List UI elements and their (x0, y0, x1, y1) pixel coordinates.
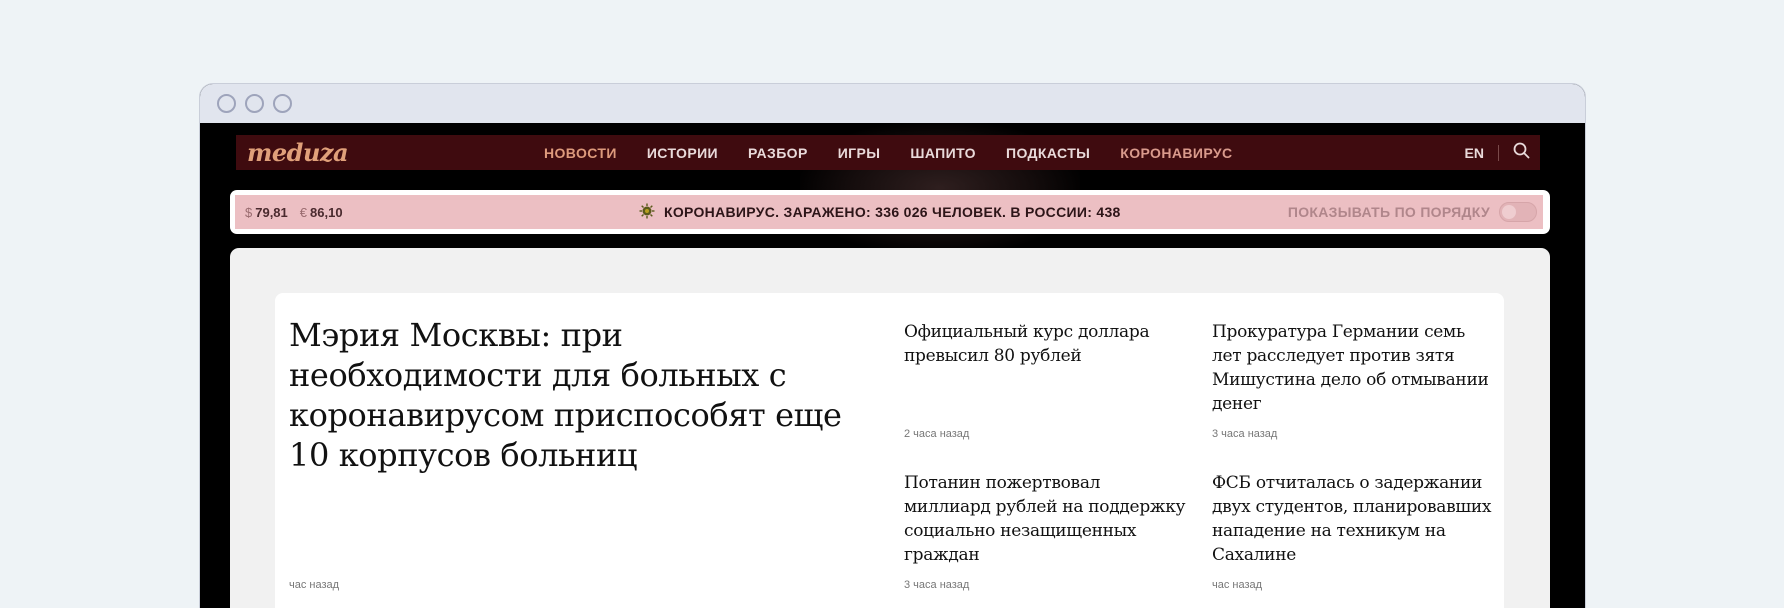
nav-item-stories[interactable]: ИСТОРИИ (647, 145, 718, 161)
eur-rate: €86,10 (300, 205, 343, 220)
currency-rates: $79,81 €86,10 (245, 205, 343, 220)
nav-item-news[interactable]: НОВОСТИ (544, 145, 617, 161)
window-titlebar (200, 84, 1585, 123)
window-minimize-button[interactable] (245, 94, 264, 113)
story-title[interactable]: ФСБ отчиталась о задержании двух студент… (1212, 471, 1497, 567)
story-time: 2 часа назад (904, 428, 970, 440)
usd-symbol: $ (245, 204, 253, 220)
eur-symbol: € (299, 204, 308, 220)
virus-icon (639, 203, 655, 222)
story-title[interactable]: Официальный курс доллара превысил 80 руб… (904, 320, 1189, 368)
nav-item-shapito[interactable]: ШАПИТО (910, 145, 976, 161)
news-card: Мэрия Москвы: при необходимости для боль… (275, 293, 1504, 608)
story-time: час назад (1212, 579, 1263, 591)
order-toggle-group: ПОКАЗЫВАТЬ ПО ПОРЯДКУ (1288, 202, 1537, 222)
order-toggle[interactable] (1499, 202, 1537, 222)
story-time: 3 часа назад (904, 579, 970, 591)
info-ticker: $79,81 €86,10 КОРОНАВИРУС. ЗАРАЖЕНО: 336… (235, 195, 1543, 229)
nav-item-analysis[interactable]: РАЗБОР (748, 145, 808, 161)
nav-menu: НОВОСТИ ИСТОРИИ РАЗБОР ИГРЫ ШАПИТО ПОДКА… (544, 135, 1263, 170)
coronavirus-counter[interactable]: КОРОНАВИРУС. ЗАРАЖЕНО: 336 026 ЧЕЛОВЕК. … (639, 203, 1121, 222)
info-ticker-frame: $79,81 €86,10 КОРОНАВИРУС. ЗАРАЖЕНО: 336… (230, 190, 1550, 234)
nav-right-controls: EN (1465, 135, 1530, 170)
page-viewport: meduza НОВОСТИ ИСТОРИИ РАЗБОР ИГРЫ ШАПИТ… (200, 123, 1585, 608)
story-title[interactable]: Прокуратура Германии семь лет расследует… (1212, 320, 1497, 416)
eur-value: 86,10 (310, 204, 343, 220)
nav-item-podcasts[interactable]: ПОДКАСТЫ (1006, 145, 1090, 161)
usd-rate: $79,81 (245, 205, 288, 220)
site-logo[interactable]: meduza (247, 138, 349, 167)
nav-divider (1498, 144, 1499, 161)
order-toggle-label: ПОКАЗЫВАТЬ ПО ПОРЯДКУ (1287, 204, 1490, 220)
story-title[interactable]: Потанин пожертвовал миллиард рублей на п… (904, 471, 1189, 567)
usd-value: 79,81 (255, 204, 288, 220)
search-icon[interactable] (1513, 142, 1530, 164)
toggle-knob (1502, 205, 1516, 219)
main-story-time: час назад (289, 579, 340, 591)
browser-window: meduza НОВОСТИ ИСТОРИИ РАЗБОР ИГРЫ ШАПИТ… (199, 83, 1586, 608)
news-content-area: Мэрия Москвы: при необходимости для боль… (230, 248, 1550, 608)
language-switch[interactable]: EN (1465, 145, 1484, 161)
window-close-button[interactable] (217, 94, 236, 113)
story-time: 3 часа назад (1212, 428, 1278, 440)
main-story-title[interactable]: Мэрия Москвы: при необходимости для боль… (289, 315, 869, 475)
nav-item-games[interactable]: ИГРЫ (838, 145, 881, 161)
coronavirus-counter-text: КОРОНАВИРУС. ЗАРАЖЕНО: 336 026 ЧЕЛОВЕК. … (664, 204, 1121, 220)
window-maximize-button[interactable] (273, 94, 292, 113)
nav-item-coronavirus[interactable]: КОРОНАВИРУС (1120, 145, 1232, 161)
top-navigation: meduza НОВОСТИ ИСТОРИИ РАЗБОР ИГРЫ ШАПИТ… (236, 135, 1540, 170)
